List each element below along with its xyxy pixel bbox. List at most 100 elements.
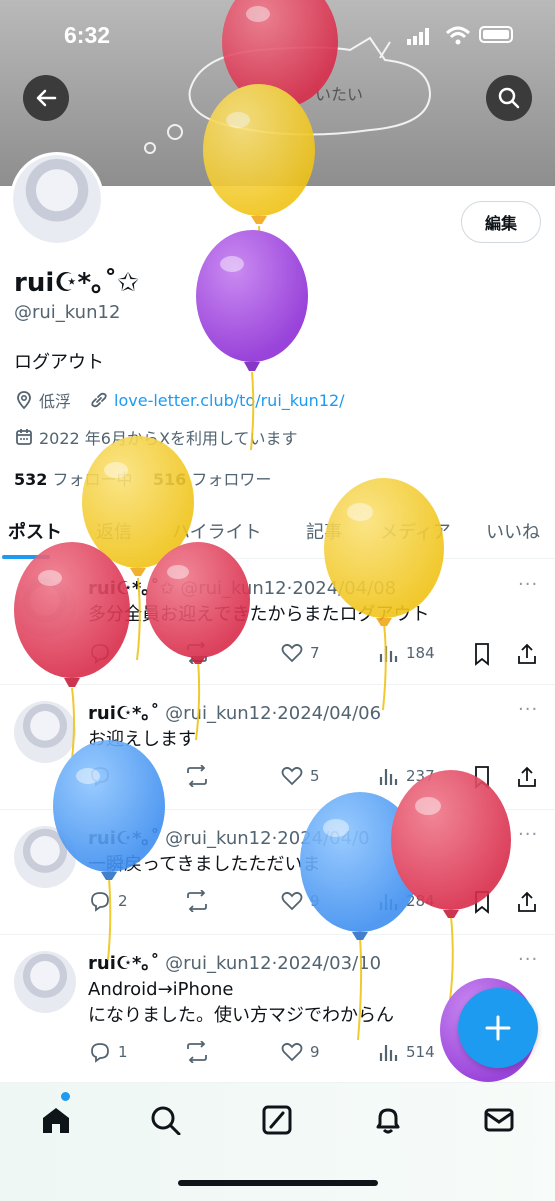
bookmark-button[interactable] (471, 765, 493, 789)
like-icon (281, 766, 303, 786)
status-time: 6:32 (64, 22, 111, 48)
repost-icon (187, 765, 207, 787)
profile-meta-row: 低浮 love-letter.club/to/rui_kun12/ (14, 388, 345, 412)
bookmark-button[interactable] (471, 642, 493, 666)
post-handle: @rui_kun12 (165, 953, 272, 974)
post-handle: @rui_kun12 (165, 828, 272, 849)
repost-button[interactable] (184, 765, 210, 787)
repost-button[interactable] (184, 1041, 210, 1063)
post-date: 2024/03/10 (277, 953, 382, 974)
reply-button[interactable] (88, 765, 118, 787)
following-label[interactable]: フォロー中 (53, 470, 133, 489)
more-options-icon[interactable]: ··· (518, 949, 538, 970)
nav-notifications[interactable] (372, 1105, 404, 1139)
post-author: rui☪*｡˚✩ (88, 578, 175, 599)
compose-post-button[interactable] (458, 988, 538, 1068)
reply-button[interactable] (88, 642, 118, 664)
views-button[interactable]: 284 (378, 890, 435, 912)
profile-link[interactable]: love-letter.club/to/rui_kun12/ (114, 391, 345, 410)
nav-messages[interactable] (483, 1105, 515, 1139)
search-button[interactable] (486, 75, 532, 121)
nav-grok[interactable] (261, 1105, 293, 1139)
back-button[interactable] (23, 75, 69, 121)
edit-profile-button[interactable]: 編集 (461, 201, 541, 243)
post-avatar[interactable] (14, 951, 76, 1013)
post-text: Android→iPhone になりました。使い方マジでわからん (88, 977, 394, 1029)
grok-icon (262, 1105, 292, 1135)
views-button[interactable]: 237 (378, 765, 435, 787)
share-icon (518, 766, 536, 787)
views-icon (379, 646, 398, 662)
search-icon (498, 87, 520, 109)
followers-count[interactable]: 516 (153, 470, 186, 489)
repost-icon (187, 642, 207, 664)
post-author: rui☪*｡˚ (88, 828, 160, 849)
post-date: 2024/04/08 (292, 578, 397, 599)
explore-icon (151, 1106, 181, 1136)
signal-icon (407, 28, 429, 45)
banner-doodle-text: いたい (315, 85, 363, 104)
repost-icon (187, 890, 207, 912)
tab-posts[interactable]: ポスト (8, 518, 62, 544)
post-text: 多分全員お迎えできたからまたログアウト (88, 604, 430, 625)
battery-icon (479, 26, 513, 43)
wifi-icon (445, 26, 471, 45)
post-header: rui☪*｡˚✩ @rui_kun12·2024/04/08 (88, 578, 397, 599)
post-avatar[interactable] (14, 701, 76, 763)
link-icon (91, 392, 107, 408)
back-arrow-icon (36, 89, 57, 107)
repost-icon (187, 1041, 207, 1063)
share-icon (518, 643, 536, 664)
post-avatar[interactable] (14, 576, 76, 638)
bookmark-icon (475, 643, 489, 666)
location-pin-icon (17, 391, 31, 410)
tab-media[interactable]: メディア (380, 518, 451, 544)
reply-icon (91, 1043, 109, 1063)
views-icon (379, 894, 398, 910)
post-actions: 5 237 (88, 765, 543, 791)
followers-label[interactable]: フォロワー (191, 470, 271, 489)
more-options-icon[interactable]: ··· (518, 699, 538, 720)
following-count[interactable]: 532 (14, 470, 47, 489)
active-tab-indicator (2, 555, 50, 559)
post[interactable]: rui☪*｡˚ @rui_kun12·2024/04/0 ··· 一瞬戻ってきま… (0, 810, 555, 935)
more-options-icon[interactable]: ··· (518, 824, 538, 845)
post[interactable]: rui☪*｡˚✩ @rui_kun12·2024/04/08 ··· 多分全員お… (0, 560, 555, 685)
bookmark-button[interactable] (471, 890, 493, 914)
post[interactable]: rui☪*｡˚ @rui_kun12·2024/04/06 ··· お迎えします… (0, 685, 555, 810)
profile-avatar[interactable] (10, 152, 104, 246)
post-date: 2024/04/0 (277, 828, 370, 849)
repost-button[interactable] (184, 642, 210, 664)
post-text-line: Android→iPhone (88, 979, 234, 1000)
joined-text: 2022 年6月からXを利用しています (39, 429, 298, 448)
joined-row: 2022 年6月からXを利用しています (14, 425, 297, 449)
post-author: rui☪*｡˚ (88, 953, 160, 974)
tab-articles[interactable]: 記事 (306, 518, 342, 544)
share-button[interactable] (516, 765, 538, 789)
more-options-icon[interactable]: ··· (518, 574, 538, 595)
post-text-line: になりました。使い方マジでわからん (88, 1005, 394, 1026)
like-button[interactable]: 5 (280, 765, 320, 787)
repost-button[interactable] (184, 890, 210, 912)
share-button[interactable] (516, 642, 538, 666)
home-notification-dot (61, 1092, 70, 1101)
nav-explore[interactable] (150, 1105, 182, 1139)
views-button[interactable]: 514 (378, 1041, 435, 1063)
tab-highlights[interactable]: ハイライト (172, 518, 262, 544)
share-button[interactable] (516, 890, 538, 914)
post-header: rui☪*｡˚ @rui_kun12·2024/04/0 (88, 828, 370, 849)
profile-tabs: ポスト 返信 ハイライト 記事 メディア いいね (0, 508, 555, 559)
views-icon (379, 1045, 398, 1061)
nav-home[interactable] (40, 1105, 72, 1139)
reply-button[interactable]: 2 (88, 890, 128, 912)
like-button[interactable]: 9 (280, 890, 320, 912)
like-button[interactable]: 9 (280, 1041, 320, 1063)
tab-likes[interactable]: いいね (486, 518, 540, 544)
location-text: 低浮 (39, 392, 72, 411)
post-actions: 7 184 (88, 642, 543, 668)
reply-button[interactable]: 1 (88, 1041, 128, 1063)
tab-replies[interactable]: 返信 (96, 518, 132, 544)
post-avatar[interactable] (14, 826, 76, 888)
views-button[interactable]: 184 (378, 642, 435, 664)
like-button[interactable]: 7 (280, 642, 320, 664)
